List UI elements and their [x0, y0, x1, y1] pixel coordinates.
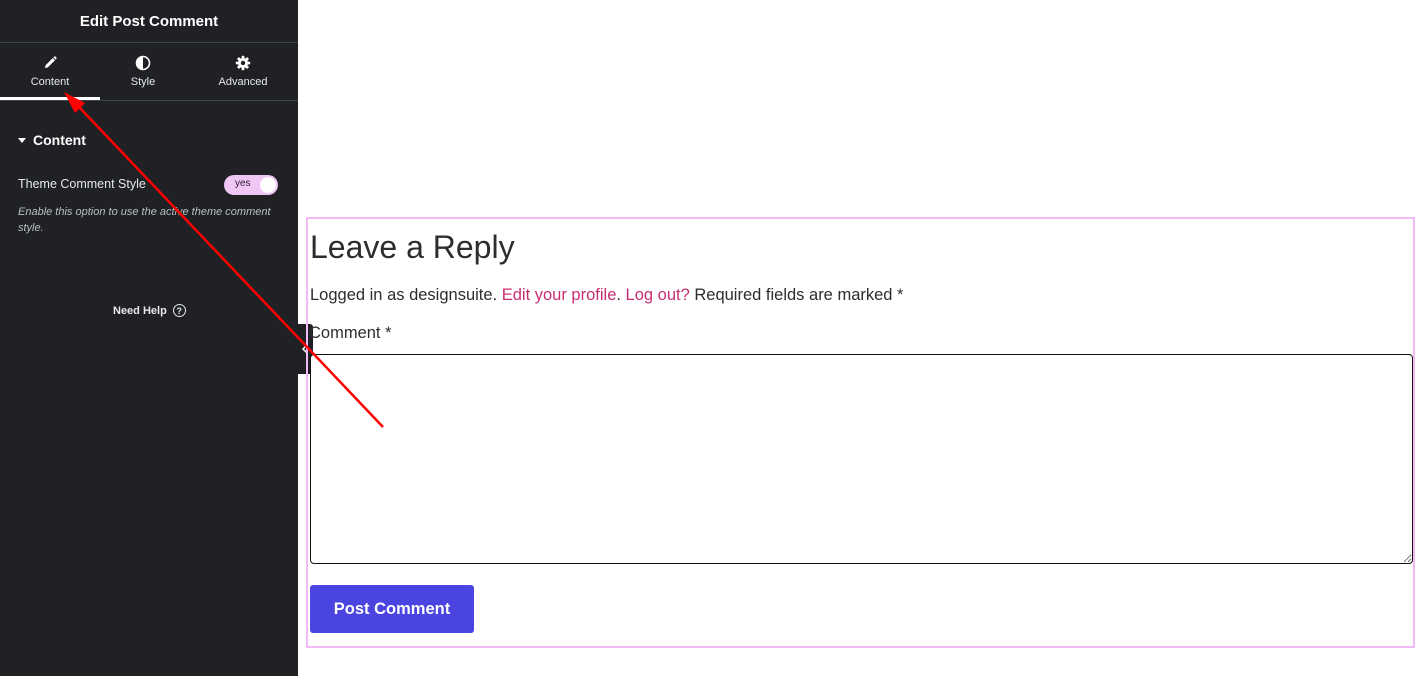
pencil-icon	[42, 55, 58, 71]
tab-advanced[interactable]: Advanced	[193, 43, 293, 101]
question-circle-icon: ?	[172, 304, 186, 317]
comment-label: Comment *	[309, 324, 392, 342]
logged-in-text: Logged in as designsuite.	[310, 286, 502, 304]
active-tab-indicator	[0, 97, 100, 100]
reply-title: Leave a Reply	[310, 229, 515, 265]
need-help-link[interactable]: Need Help ?	[113, 304, 186, 317]
tab-style-label: Style	[130, 76, 156, 88]
toggle-text: yes	[235, 178, 251, 189]
edit-profile-link[interactable]: Edit your profile	[502, 286, 617, 304]
section-content-header[interactable]: Content	[18, 132, 86, 148]
control-description: Enable this option to use the active the…	[18, 206, 271, 234]
need-help-label: Need Help	[113, 304, 167, 317]
log-out-link[interactable]: Log out?	[626, 286, 690, 304]
toggle-knob	[260, 177, 276, 193]
editor-panel: Edit Post Comment Content Style Advanced…	[0, 0, 298, 676]
section-title: Content	[33, 132, 86, 148]
panel-header: Edit Post Comment	[0, 0, 298, 43]
comment-textarea[interactable]	[310, 354, 1413, 564]
theme-comment-style-label: Theme Comment Style	[18, 177, 146, 191]
logged-in-note: Logged in as designsuite. Edit your prof…	[310, 286, 903, 305]
half-circle-icon	[135, 55, 151, 71]
tab-content-label: Content	[30, 76, 70, 88]
theme-comment-style-toggle[interactable]: yes	[224, 175, 278, 195]
tab-style[interactable]: Style	[93, 43, 193, 101]
tab-advanced-label: Advanced	[218, 76, 268, 88]
post-comment-button[interactable]: Post Comment	[310, 585, 474, 633]
panel-tabs: Content Style Advanced	[0, 43, 298, 101]
separator-text: .	[616, 286, 626, 304]
caret-down-icon	[18, 137, 26, 143]
required-note: Required fields are marked *	[689, 286, 904, 304]
tab-content[interactable]: Content	[0, 43, 100, 101]
gear-icon	[235, 55, 251, 71]
post-comment-widget[interactable]: Leave a Reply Logged in as designsuite. …	[306, 217, 1415, 648]
panel-title: Edit Post Comment	[79, 12, 219, 30]
